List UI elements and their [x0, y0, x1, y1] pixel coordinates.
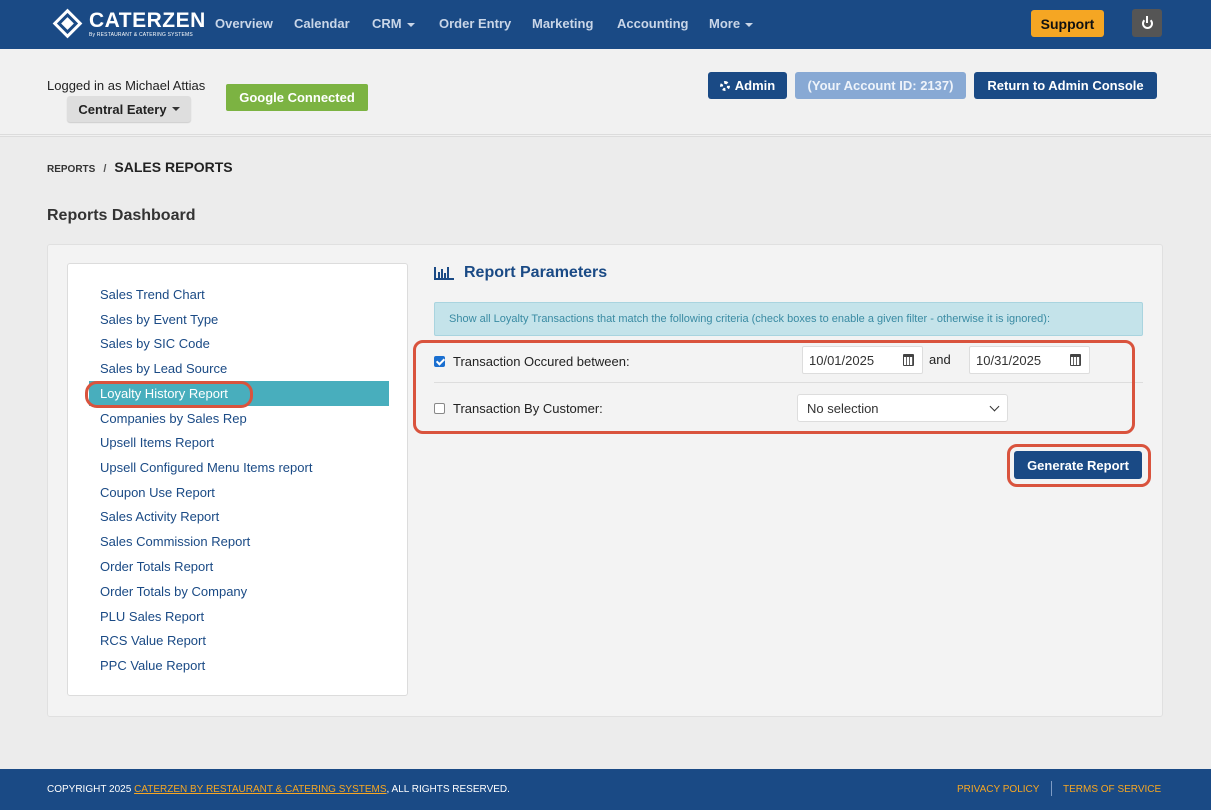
criteria-info-box: Show all Loyalty Transactions that match… — [434, 302, 1143, 336]
report-parameters-title: Report Parameters — [434, 264, 607, 282]
report-item-sales-by-event-type[interactable]: Sales by Event Type — [100, 307, 218, 332]
generate-report-button[interactable]: Generate Report — [1014, 451, 1142, 479]
chevron-down-icon — [406, 22, 415, 27]
customer-label: Transaction By Customer: — [453, 401, 603, 416]
top-nav: CATERZEN By RESTAURANT & CATERING SYSTEM… — [0, 0, 1211, 49]
report-item-sales-commission-report[interactable]: Sales Commission Report — [100, 529, 250, 554]
report-item-coupon-use-report[interactable]: Coupon Use Report — [100, 480, 215, 505]
nav-marketing[interactable]: Marketing — [532, 16, 593, 31]
report-item-sales-activity-report[interactable]: Sales Activity Report — [100, 504, 219, 529]
row-divider — [434, 382, 1143, 383]
breadcrumb-current: SALES REPORTS — [114, 159, 233, 175]
report-item-ppc-value-report[interactable]: PPC Value Report — [100, 653, 205, 678]
report-item-upsell-configured-menu-items[interactable]: Upsell Configured Menu Items report — [100, 455, 312, 480]
logo-diamond-icon — [52, 8, 83, 39]
and-label: and — [929, 352, 951, 367]
report-item-sales-by-sic-code[interactable]: Sales by SIC Code — [100, 331, 210, 356]
logged-in-text: Logged in as Michael Attias — [47, 78, 206, 93]
report-item-loyalty-history-report[interactable]: Loyalty History Report — [89, 381, 389, 406]
report-item-rcs-value-report[interactable]: RCS Value Report — [100, 628, 206, 653]
report-list: Sales Trend Chart Sales by Event Type Sa… — [67, 263, 408, 696]
gear-icon — [719, 80, 730, 91]
return-admin-console-button[interactable]: Return to Admin Console — [974, 72, 1157, 99]
report-item-order-totals-report[interactable]: Order Totals Report — [100, 554, 213, 579]
privacy-policy-link[interactable]: PRIVACY POLICY — [957, 784, 1039, 795]
filter-date-range: Transaction Occured between: — [434, 354, 630, 369]
nav-overview[interactable]: Overview — [215, 16, 273, 31]
chevron-down-icon — [989, 401, 1000, 412]
company-link[interactable]: CATERZEN BY RESTAURANT & CATERING SYSTEM… — [134, 784, 386, 795]
brand-name: CATERZEN — [89, 8, 206, 32]
date-range-checkbox[interactable] — [434, 356, 445, 367]
chevron-down-icon — [171, 107, 180, 111]
location-dropdown[interactable]: Central Eatery — [67, 96, 191, 122]
report-item-upsell-items-report[interactable]: Upsell Items Report — [100, 430, 214, 455]
footer: COPYRIGHT 2025 CATERZEN BY RESTAURANT & … — [0, 769, 1211, 810]
filter-customer: Transaction By Customer: — [434, 401, 603, 416]
power-icon — [1141, 15, 1153, 29]
copyright-text: COPYRIGHT 2025 CATERZEN BY RESTAURANT & … — [47, 784, 510, 795]
breadcrumb-separator: / — [103, 163, 107, 175]
brand-tagline: By RESTAURANT & CATERING SYSTEMS — [89, 31, 193, 38]
report-item-companies-by-sales-rep[interactable]: Companies by Sales Rep — [100, 406, 247, 431]
nav-crm[interactable]: CRM — [372, 16, 415, 31]
date-from-input[interactable]: 10/01/2025 — [802, 346, 923, 374]
calendar-icon[interactable] — [1070, 354, 1081, 366]
support-button[interactable]: Support — [1031, 10, 1104, 37]
account-bar: Logged in as Michael Attias Central Eate… — [0, 49, 1211, 137]
report-item-plu-sales-report[interactable]: PLU Sales Report — [100, 604, 204, 629]
nav-order-entry[interactable]: Order Entry — [439, 16, 511, 31]
breadcrumb-reports[interactable]: REPORTS — [47, 164, 95, 175]
nav-accounting[interactable]: Accounting — [617, 16, 689, 31]
report-item-sales-by-lead-source[interactable]: Sales by Lead Source — [100, 356, 227, 381]
nav-more[interactable]: More — [709, 16, 754, 31]
report-item-sales-trend-chart[interactable]: Sales Trend Chart — [100, 282, 205, 307]
terms-of-service-link[interactable]: TERMS OF SERVICE — [1063, 784, 1161, 795]
google-connected-button[interactable]: Google Connected — [226, 84, 368, 111]
location-label: Central Eatery — [78, 101, 167, 117]
date-to-input[interactable]: 10/31/2025 — [969, 346, 1090, 374]
customer-select[interactable]: No selection — [797, 394, 1008, 422]
account-id-badge: (Your Account ID: 2137) — [795, 72, 966, 99]
admin-button[interactable]: Admin — [708, 72, 787, 99]
bar-chart-icon — [434, 266, 454, 280]
page-title: Reports Dashboard — [47, 207, 196, 224]
chevron-down-icon — [745, 22, 754, 27]
date-range-label: Transaction Occured between: — [453, 354, 630, 369]
logout-button[interactable] — [1132, 9, 1162, 37]
nav-calendar[interactable]: Calendar — [294, 16, 350, 31]
caterzen-logo[interactable]: CATERZEN By RESTAURANT & CATERING SYSTEM… — [52, 8, 206, 39]
calendar-icon[interactable] — [903, 354, 914, 366]
customer-checkbox[interactable] — [434, 403, 445, 414]
footer-divider — [1051, 781, 1052, 796]
report-item-order-totals-by-company[interactable]: Order Totals by Company — [100, 579, 247, 604]
breadcrumb: REPORTS / SALES REPORTS — [47, 159, 233, 175]
